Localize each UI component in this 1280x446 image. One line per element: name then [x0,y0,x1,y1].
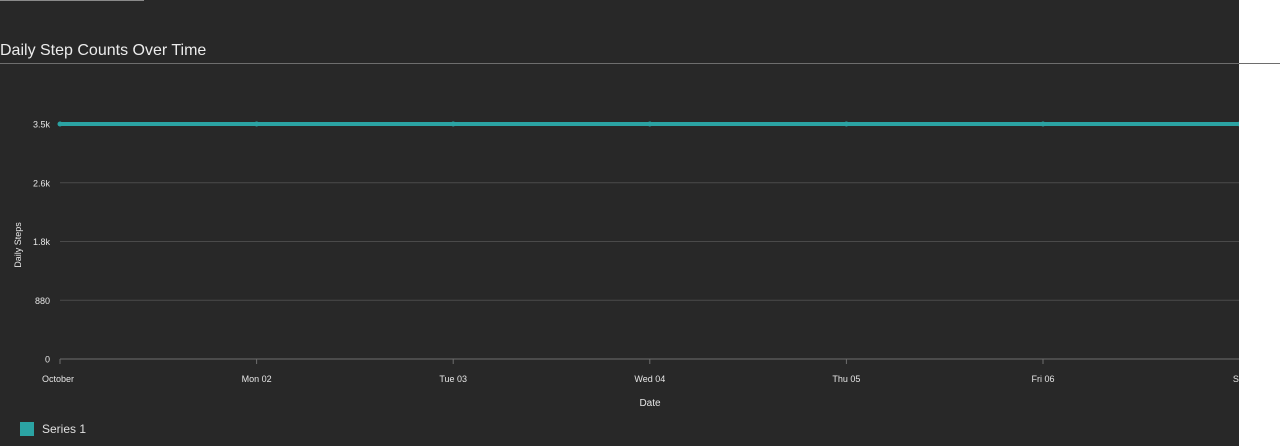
series-group [57,121,1239,127]
legend[interactable]: Series 1 [20,422,86,436]
y-tick-label: 3.5k [33,120,51,130]
title-divider-extension [1239,63,1280,64]
data-point [57,121,63,127]
y-tick-label: 1.8k [33,237,51,247]
x-tick-label: Wed 04 [634,374,665,384]
data-point [1040,121,1046,127]
data-point [450,121,456,127]
legend-swatch [20,422,34,436]
legend-label: Series 1 [42,422,87,436]
y-tick-label: 880 [35,296,50,306]
x-tick-label: Mon 02 [242,374,272,384]
data-point [254,121,260,127]
y-tick-label: 2.6k [33,178,51,188]
x-axis-label: Date [639,398,661,409]
data-point [843,121,849,127]
x-tick-label: Sat [1233,374,1239,384]
x-tick-label: Tue 03 [439,374,467,384]
y-axis-label: Daily Steps [13,222,23,268]
x-axis-ticks: October Mon 02 Tue 03 Wed 04 Thu 05 Fri 06 Sat [42,359,1239,384]
x-tick-label: Fri 06 [1031,374,1054,384]
x-tick-label: October [42,374,74,384]
gridlines [60,123,1239,360]
chart-panel: Daily Step Counts Over Time 0 880 1.8k 2.6k… [0,0,1239,446]
line-chart: 0 880 1.8k 2.6k 3.5k October Mon 02 Tue 03 Wed … [13,120,1239,409]
y-axis-ticks: 0 880 1.8k 2.6k 3.5k [33,120,51,365]
y-tick-label: 0 [45,355,50,365]
x-tick-label: Thu 05 [832,374,860,384]
data-point [647,121,653,127]
